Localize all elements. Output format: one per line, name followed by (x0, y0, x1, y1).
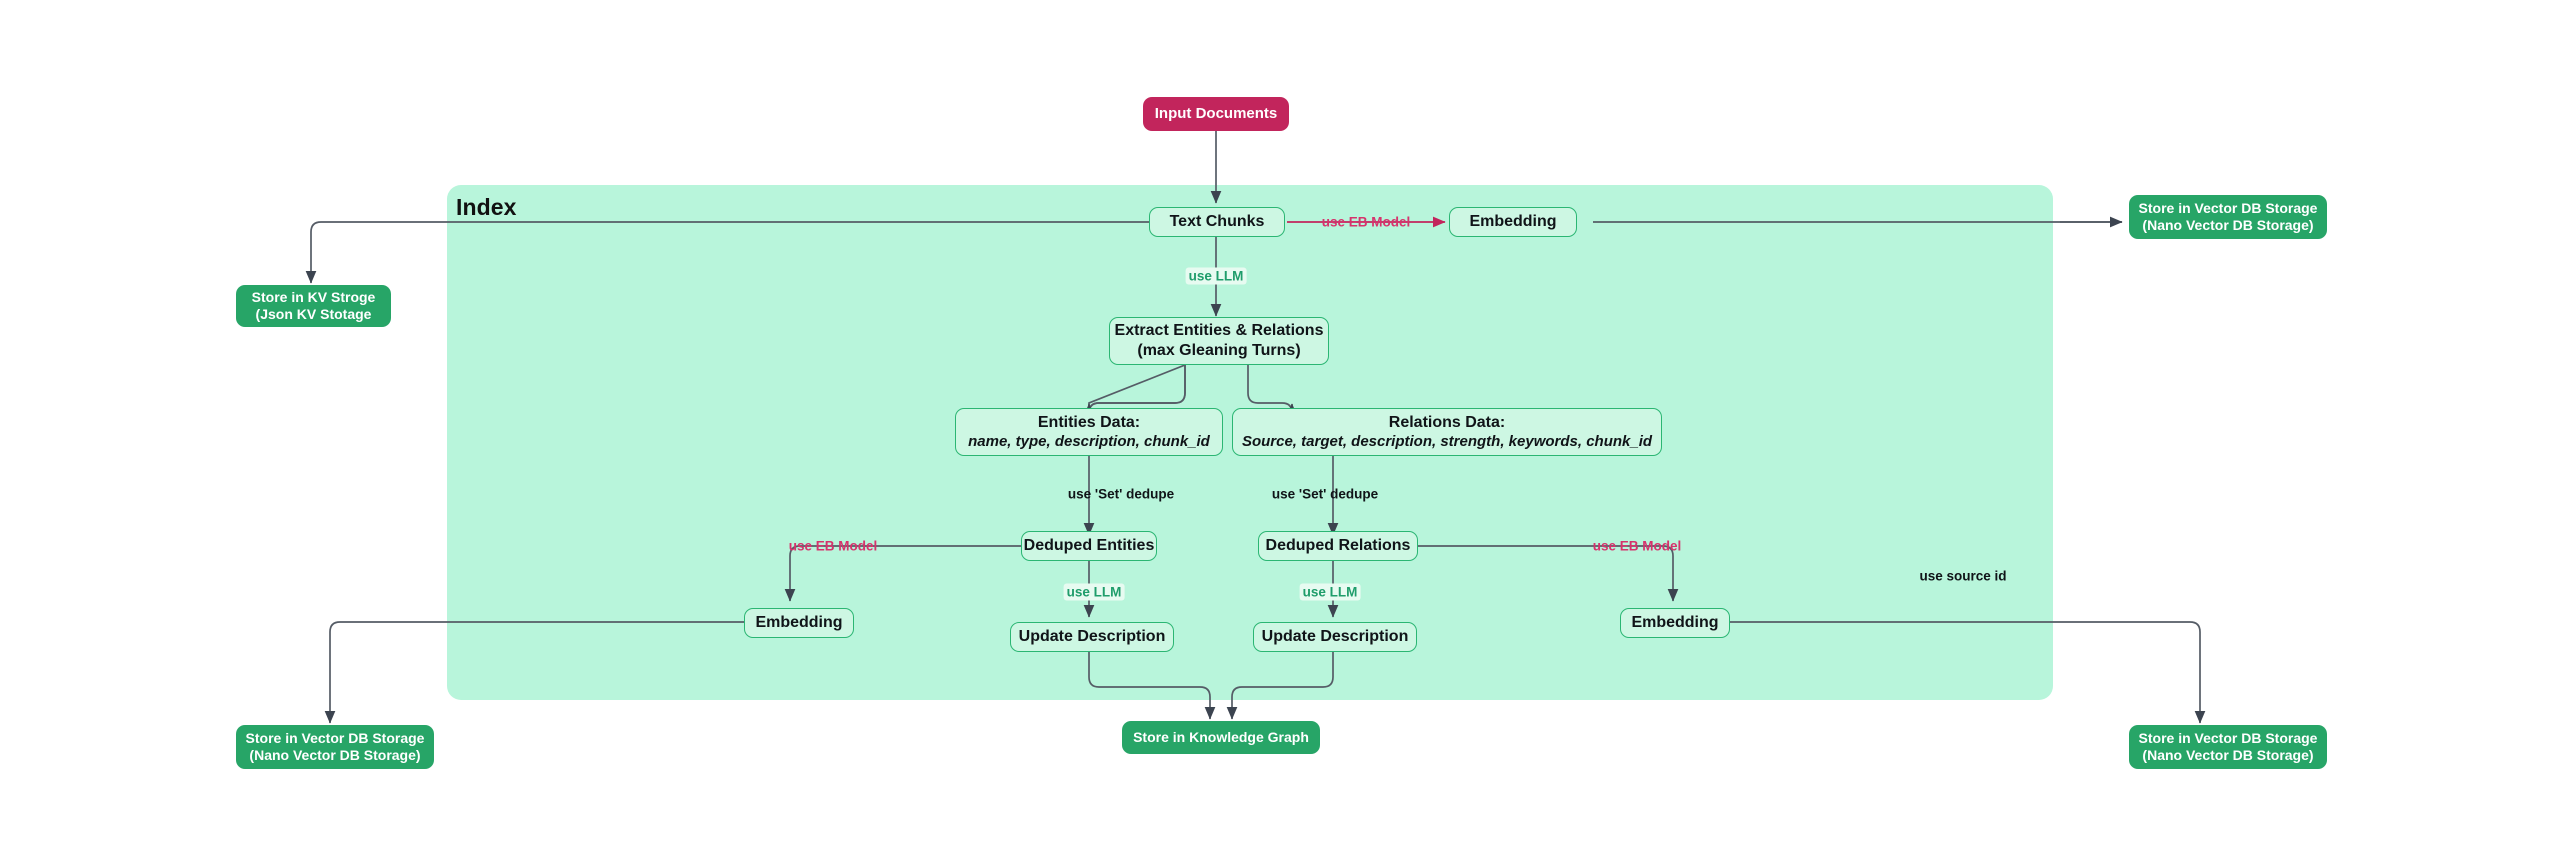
node-relations-data-line2: Source, target, description, strength, k… (1241, 432, 1653, 450)
node-extract-line1: Extract Entities & Relations (1114, 322, 1324, 340)
node-extract-line2: (max Gleaning Turns) (1137, 342, 1301, 359)
node-update-description-relations-label: Update Description (1261, 628, 1409, 646)
node-vector-storage-top-right-line2: (Nano Vector DB Storage) (2142, 217, 2314, 233)
edge-label-relations-update-llm: use LLM (1299, 583, 1361, 601)
node-kv-storage-line2: (Json KV Stotage (255, 306, 372, 322)
node-deduped-entities-label: Deduped Entities (1023, 537, 1155, 555)
node-embedding-entities-label: Embedding (755, 614, 843, 632)
node-relations-data-line1: Relations Data: (1388, 414, 1506, 432)
node-store-knowledge-graph-label: Store in Knowledge Graph (1133, 728, 1309, 745)
node-embedding-top[interactable]: Embedding (1449, 207, 1577, 237)
node-deduped-entities[interactable]: Deduped Entities (1021, 531, 1157, 561)
node-text-chunks[interactable]: Text Chunks (1149, 207, 1285, 237)
node-input-documents[interactable]: Input Documents (1143, 97, 1289, 131)
node-vector-storage-bottom-right-line1: Store in Vector DB Storage (2138, 729, 2318, 746)
node-vector-storage-top-right[interactable]: Store in Vector DB Storage (Nano Vector … (2129, 195, 2327, 239)
node-extract-entities-relations[interactable]: Extract Entities & Relations (max Gleani… (1109, 317, 1329, 365)
edge-label-entities-update-llm: use LLM (1063, 583, 1125, 601)
node-vector-storage-top-right-line1: Store in Vector DB Storage (2138, 199, 2318, 216)
node-embedding-entities[interactable]: Embedding (744, 608, 854, 638)
node-update-description-relations[interactable]: Update Description (1253, 622, 1417, 652)
node-text-chunks-label: Text Chunks (1169, 213, 1265, 231)
node-deduped-relations-label: Deduped Relations (1265, 537, 1411, 555)
node-embedding-relations-label: Embedding (1631, 614, 1719, 632)
edge-label-chunks-to-embedding: use EB Model (1321, 214, 1411, 230)
index-subgraph-title: Index (456, 194, 517, 220)
node-relations-data[interactable]: Relations Data: Source, target, descript… (1232, 408, 1662, 456)
node-deduped-relations[interactable]: Deduped Relations (1258, 531, 1418, 561)
node-vector-storage-bottom-left[interactable]: Store in Vector DB Storage (Nano Vector … (236, 725, 434, 769)
diagram-canvas: Index Input Documents Store in KV Stroge… (0, 0, 2560, 862)
edge-label-relations-dedupe: use 'Set' dedupe (1271, 486, 1379, 502)
node-update-description-entities[interactable]: Update Description (1010, 622, 1174, 652)
node-kv-storage[interactable]: Store in KV Stroge (Json KV Stotage (236, 285, 391, 327)
node-embedding-top-label: Embedding (1469, 213, 1557, 231)
node-embedding-relations[interactable]: Embedding (1620, 608, 1730, 638)
edge-label-entities-dedupe: use 'Set' dedupe (1067, 486, 1175, 502)
edge-label-chunks-to-extract: use LLM (1185, 267, 1247, 285)
node-vector-storage-bottom-right-line2: (Nano Vector DB Storage) (2142, 747, 2314, 763)
node-update-description-entities-label: Update Description (1018, 628, 1166, 646)
node-entities-data[interactable]: Entities Data: name, type, description, … (955, 408, 1223, 456)
node-store-knowledge-graph[interactable]: Store in Knowledge Graph (1122, 721, 1320, 754)
node-vector-storage-bottom-right[interactable]: Store in Vector DB Storage (Nano Vector … (2129, 725, 2327, 769)
edge-label-entities-embed: use EB Model (788, 538, 878, 554)
node-kv-storage-line1: Store in KV Stroge (251, 288, 376, 305)
node-entities-data-line1: Entities Data: (1037, 414, 1141, 432)
node-vector-storage-bottom-left-line1: Store in Vector DB Storage (245, 729, 425, 746)
node-input-documents-label: Input Documents (1154, 104, 1278, 122)
edge-label-relations-embed: use EB Model (1592, 538, 1682, 554)
node-entities-data-line2: name, type, description, chunk_id (968, 432, 1210, 450)
node-vector-storage-bottom-left-line2: (Nano Vector DB Storage) (249, 747, 421, 763)
edge-label-use-source-id: use source id (1919, 568, 2007, 584)
